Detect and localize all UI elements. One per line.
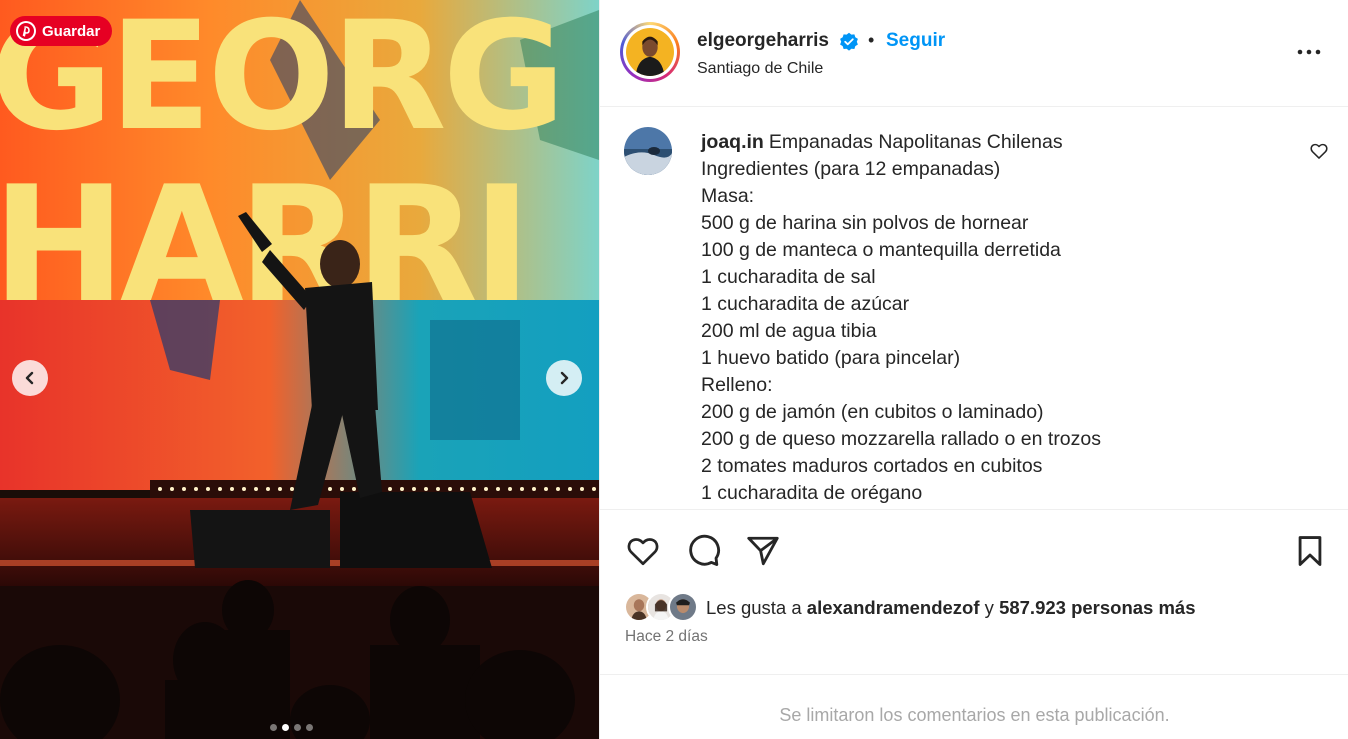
caption-line: 500 g de harina sin polvos de hornear [701, 212, 1029, 234]
next-image-button[interactable] [546, 360, 582, 396]
caption-line: 1 huevo batido (para pincelar) [701, 347, 961, 369]
caption-line: 200 ml de agua tibia [701, 320, 877, 342]
carousel-dot-active [282, 724, 289, 731]
pinterest-save-label: Guardar [42, 22, 101, 40]
like-comment-heart-icon[interactable] [1309, 141, 1329, 161]
like-button[interactable] [624, 532, 662, 570]
author-avatar[interactable] [620, 22, 680, 82]
verified-badge-icon [840, 32, 858, 51]
caption-text: joaq.in Empanadas Napolitanas Chilenas In… [701, 129, 1301, 507]
caption-line: 200 g de queso mozzarella rallado o en t… [701, 428, 1101, 450]
likes-summary: Les gusta a alexandramendezof y 587.923 … [706, 597, 1196, 619]
pinterest-save-button[interactable]: Guardar [10, 16, 113, 46]
commenter-avatar[interactable] [624, 127, 672, 175]
follow-button[interactable]: Seguir [886, 30, 945, 52]
share-button[interactable] [744, 532, 782, 570]
caption-line: 2 tomates maduros cortados en cubitos [701, 455, 1043, 477]
bookmark-icon [1298, 536, 1322, 566]
concert-photo: GEORG HARRI [0, 0, 599, 739]
caption-line: 100 g de manteca o mantequilla derretida [701, 239, 1061, 261]
likes-count-link[interactable]: 587.923 personas más [999, 597, 1195, 618]
carousel-indicator [270, 724, 313, 731]
post-media[interactable]: GEORG HARRI Guardar [0, 0, 599, 739]
post-side-panel: elgeorgeharris • Seguir Santiago de Chil… [599, 0, 1348, 739]
header-separator: • [868, 30, 875, 50]
likers-avatars[interactable] [624, 592, 704, 624]
first-liker-username[interactable]: alexandramendezof [807, 597, 980, 618]
carousel-dot [306, 724, 313, 731]
post-header: elgeorgeharris • Seguir Santiago de Chil… [600, 0, 1348, 107]
likes-conjunction: y [984, 597, 994, 618]
caption-line: Masa: [701, 185, 755, 207]
caption-comment: joaq.in Empanadas Napolitanas Chilenas In… [600, 107, 1348, 510]
chevron-right-icon [560, 371, 569, 385]
post-location[interactable]: Santiago de Chile [697, 60, 823, 78]
comment-bubble-icon [689, 534, 720, 566]
liker-avatar [668, 592, 698, 622]
caption-line: Relleno: [701, 374, 773, 396]
comments-limited-notice: Se limitaron los comentarios en esta pub… [779, 705, 1170, 725]
carousel-dot [270, 724, 277, 731]
caption-line: 1 cucharadita de sal [701, 266, 876, 288]
pinterest-icon [16, 21, 36, 41]
chevron-left-icon [25, 371, 34, 385]
previous-image-button[interactable] [12, 360, 48, 396]
comment-button[interactable] [684, 532, 722, 570]
caption-line: 1 cucharadita de orégano [701, 482, 923, 504]
caption-line: 1 cucharadita de azúcar [701, 293, 910, 315]
heart-icon [627, 538, 659, 566]
caption-line: Empanadas Napolitanas Chilenas [768, 131, 1063, 153]
commenter-username[interactable]: joaq.in [701, 131, 764, 153]
caption-first-line: joaq.in Empanadas Napolitanas Chilenas [701, 129, 1301, 156]
more-options-icon[interactable] [1296, 42, 1322, 62]
save-post-button[interactable] [1291, 532, 1329, 570]
author-username[interactable]: elgeorgeharris [697, 30, 829, 52]
likes-section: Les gusta a alexandramendezof y 587.923 … [600, 590, 1348, 675]
carousel-dot [294, 724, 301, 731]
paper-plane-icon [747, 536, 779, 566]
post-actions-bar [600, 510, 1348, 590]
post-timestamp[interactable]: Hace 2 días [625, 628, 708, 646]
caption-line: Ingredientes (para 12 empanadas) [701, 158, 1001, 180]
caption-line: 200 g de jamón (en cubitos o laminado) [701, 401, 1044, 423]
likes-prefix: Les gusta a [706, 597, 802, 618]
